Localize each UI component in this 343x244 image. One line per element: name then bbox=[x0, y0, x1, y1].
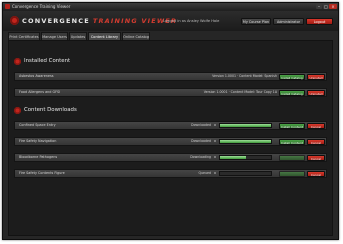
download-item: Bloodborne Pathogens Downloading II Canc… bbox=[14, 153, 327, 162]
cancel-button[interactable]: Cancel bbox=[307, 122, 325, 129]
content-name: Fire Safety Contents Figure bbox=[19, 171, 65, 175]
tab-content-library[interactable]: Content Library bbox=[88, 32, 121, 40]
install-catalog-button[interactable]: Install Catalog bbox=[279, 89, 305, 96]
content-downloads-icon bbox=[14, 107, 21, 114]
logout-button[interactable]: Logout bbox=[306, 18, 333, 25]
content-name: Fire Safety Navigation bbox=[19, 139, 57, 143]
tab-updates[interactable]: Updates bbox=[69, 32, 87, 40]
content-library-panel: Installed Content Asbestos Awareness Ver… bbox=[8, 40, 333, 236]
download-item: Fire Safety Navigation Downloaded II Ins… bbox=[14, 137, 327, 146]
installed-item: Asbestos Awareness Version 1.0001 · Cont… bbox=[14, 72, 327, 81]
uninstall-button[interactable]: Uninstall bbox=[307, 89, 325, 96]
brand-name: CONVERGENCE bbox=[22, 17, 90, 25]
pause-icon[interactable]: II bbox=[213, 172, 217, 175]
app-header: CONVERGENCE TRAINING VIEWER Logged in as … bbox=[3, 11, 338, 31]
app-window: Convergence Training Viewer – □ × CONVER… bbox=[2, 2, 339, 240]
download-item: Fire Safety Contents Figure Queued II Ca… bbox=[14, 169, 327, 178]
install-catalog-button[interactable]: Install Catalog bbox=[279, 73, 305, 80]
download-status: Downloaded bbox=[191, 139, 211, 143]
installed-item: Food Allergens and GFSI Version 1.0001 ·… bbox=[14, 88, 327, 97]
install-content-button[interactable]: Install Content bbox=[279, 122, 305, 129]
pause-icon[interactable]: II bbox=[213, 140, 217, 143]
tab-online-catalog[interactable]: Online Catalog bbox=[122, 32, 150, 40]
content-name: Asbestos Awareness bbox=[19, 74, 54, 78]
content-name: Confined Space Entry bbox=[19, 123, 56, 127]
progress-fill bbox=[220, 140, 271, 143]
content-version: Version 1.0001 · Content Model: Tour Cop… bbox=[203, 90, 277, 94]
tab-manage-users[interactable]: Manage Users bbox=[41, 32, 68, 40]
cancel-button[interactable]: Cancel bbox=[307, 154, 325, 161]
pause-icon[interactable]: II bbox=[213, 124, 217, 127]
section-title: Installed Content bbox=[24, 58, 71, 64]
content-version: Version 1.0001 · Content Model: Spanish bbox=[212, 74, 277, 78]
download-status: Downloading bbox=[190, 155, 211, 159]
progress-bar bbox=[219, 139, 272, 144]
cancel-button[interactable]: Cancel bbox=[307, 138, 325, 145]
content-name: Bloodborne Pathogens bbox=[19, 155, 58, 159]
minimize-button[interactable]: – bbox=[316, 4, 322, 9]
download-status: Queued bbox=[198, 171, 212, 175]
download-item: Confined Space Entry Downloaded II Insta… bbox=[14, 121, 327, 130]
app-icon bbox=[5, 4, 10, 9]
uninstall-button[interactable]: Uninstall bbox=[307, 73, 325, 80]
progress-fill bbox=[220, 124, 271, 127]
window-title: Convergence Training Viewer bbox=[12, 4, 71, 9]
installed-content-icon bbox=[14, 58, 21, 65]
logged-in-user: Logged in as Ansley Wolfe Hale bbox=[163, 19, 220, 23]
progress-bar bbox=[219, 155, 272, 160]
tab-print-certificates[interactable]: Print Certificates bbox=[8, 32, 40, 40]
cancel-button[interactable]: Cancel bbox=[307, 170, 325, 177]
convergence-logo-icon bbox=[10, 16, 19, 25]
administrator-button[interactable]: Administrator bbox=[273, 18, 304, 25]
install-content-button[interactable] bbox=[279, 154, 305, 161]
progress-bar bbox=[219, 123, 272, 128]
install-content-button[interactable]: Install Content bbox=[279, 138, 305, 145]
progress-bar bbox=[219, 171, 272, 176]
pause-icon[interactable]: II bbox=[213, 156, 217, 159]
install-content-button[interactable] bbox=[279, 170, 305, 177]
content-name: Food Allergens and GFSI bbox=[19, 90, 61, 94]
download-status: Downloaded bbox=[191, 123, 211, 127]
close-icon[interactable]: × bbox=[329, 4, 337, 9]
section-title: Content Downloads bbox=[24, 107, 77, 113]
progress-fill bbox=[220, 156, 246, 159]
brand-title: CONVERGENCE TRAINING VIEWER bbox=[22, 17, 177, 25]
my-course-plan-button[interactable]: My Course Plan bbox=[241, 18, 271, 25]
